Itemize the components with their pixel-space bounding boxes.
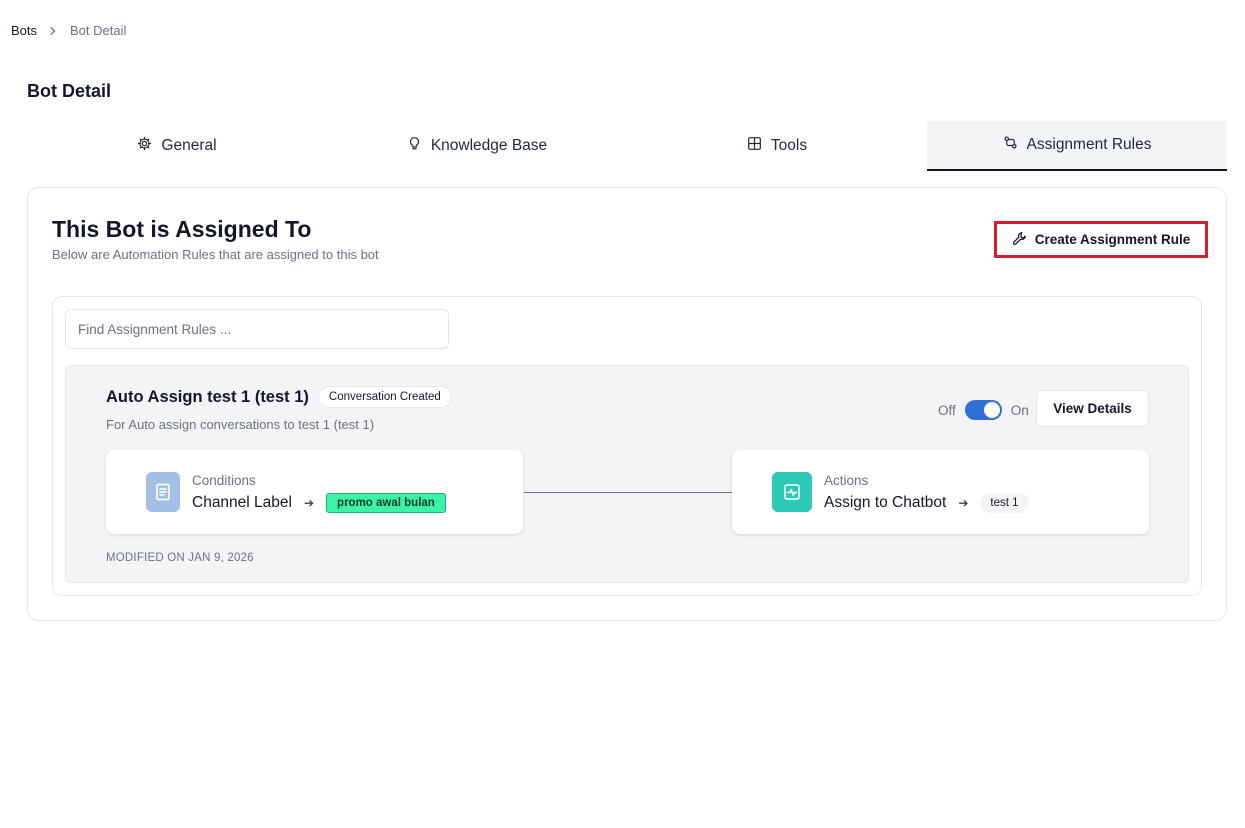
rule-name: Auto Assign test 1 (test 1): [106, 387, 309, 406]
actions-kind: Actions: [824, 473, 869, 488]
toggle-off-label: Off: [938, 402, 956, 418]
gear-icon: [137, 136, 152, 156]
actions-row: Assign to Chatbot ➔ test 1: [824, 493, 1029, 513]
rule-enabled-toggle[interactable]: [964, 400, 1002, 420]
breadcrumb-bots-link[interactable]: Bots: [11, 23, 37, 38]
arrow-right-icon: ➔: [303, 496, 315, 510]
panel-subtitle: Below are Automation Rules that are assi…: [52, 247, 379, 262]
action-name: Assign to Chatbot: [824, 494, 947, 511]
rule-card: Auto Assign test 1 (test 1) Conversation…: [65, 365, 1189, 583]
rule-header: Auto Assign test 1 (test 1) Conversation…: [106, 386, 452, 408]
wrench-icon: [1012, 231, 1027, 249]
grid-plus-icon: [747, 136, 762, 156]
tab-general[interactable]: General: [27, 121, 327, 171]
tab-general-label: General: [161, 137, 217, 154]
tab-bar: General Knowledge Base Tools Assignment …: [27, 121, 1227, 171]
create-assignment-rule-button[interactable]: Create Assignment Rule: [994, 221, 1208, 258]
view-details-button[interactable]: View Details: [1036, 390, 1149, 427]
rules-container: Auto Assign test 1 (test 1) Conversation…: [52, 296, 1202, 596]
trigger-badge: Conversation Created: [317, 386, 452, 408]
page-title: Bot Detail: [27, 81, 112, 101]
breadcrumb-current: Bot Detail: [70, 23, 127, 38]
lightbulb-icon: [407, 136, 422, 156]
tab-assignment-rules[interactable]: Assignment Rules: [927, 121, 1227, 171]
git-compare-icon: [1003, 135, 1018, 155]
tab-knowledge-base-label: Knowledge Base: [430, 137, 548, 154]
conditions-row: Channel Label ➔ promo awal bulan: [192, 493, 446, 513]
toggle-knob: [983, 402, 1000, 418]
arrow-right-icon: ➔: [958, 496, 969, 510]
tab-tools-label: Tools: [770, 137, 808, 154]
conditions-kind: Conditions: [192, 473, 256, 488]
tab-tools[interactable]: Tools: [627, 121, 927, 171]
tab-knowledge-base[interactable]: Knowledge Base: [327, 121, 627, 171]
modified-date: MODIFIED ON JAN 9, 2026: [106, 552, 254, 564]
assignment-panel: This Bot is Assigned To Below are Automa…: [27, 187, 1227, 621]
conditions-node: Conditions Channel Label ➔ promo awal bu…: [106, 450, 523, 534]
condition-field: Channel Label: [192, 494, 292, 511]
rule-description: For Auto assign conversations to test 1 …: [106, 417, 375, 432]
rule-toggle-group: Off On: [938, 400, 1029, 420]
flow-connector: [524, 492, 732, 493]
condition-value-badge: promo awal bulan: [326, 493, 446, 513]
panel-title: This Bot is Assigned To: [52, 216, 312, 242]
tab-assignment-rules-label: Assignment Rules: [1026, 136, 1152, 153]
action-target-badge: test 1: [980, 493, 1029, 513]
toggle-on-label: On: [1010, 402, 1029, 418]
activity-icon: [772, 472, 812, 512]
breadcrumb: Bots Bot Detail: [11, 23, 126, 38]
create-assignment-rule-label: Create Assignment Rule: [1034, 232, 1191, 247]
chevron-right-icon: [48, 26, 58, 36]
search-input[interactable]: [65, 309, 449, 349]
document-icon: [146, 472, 180, 512]
actions-node: Actions Assign to Chatbot ➔ test 1: [732, 450, 1149, 534]
